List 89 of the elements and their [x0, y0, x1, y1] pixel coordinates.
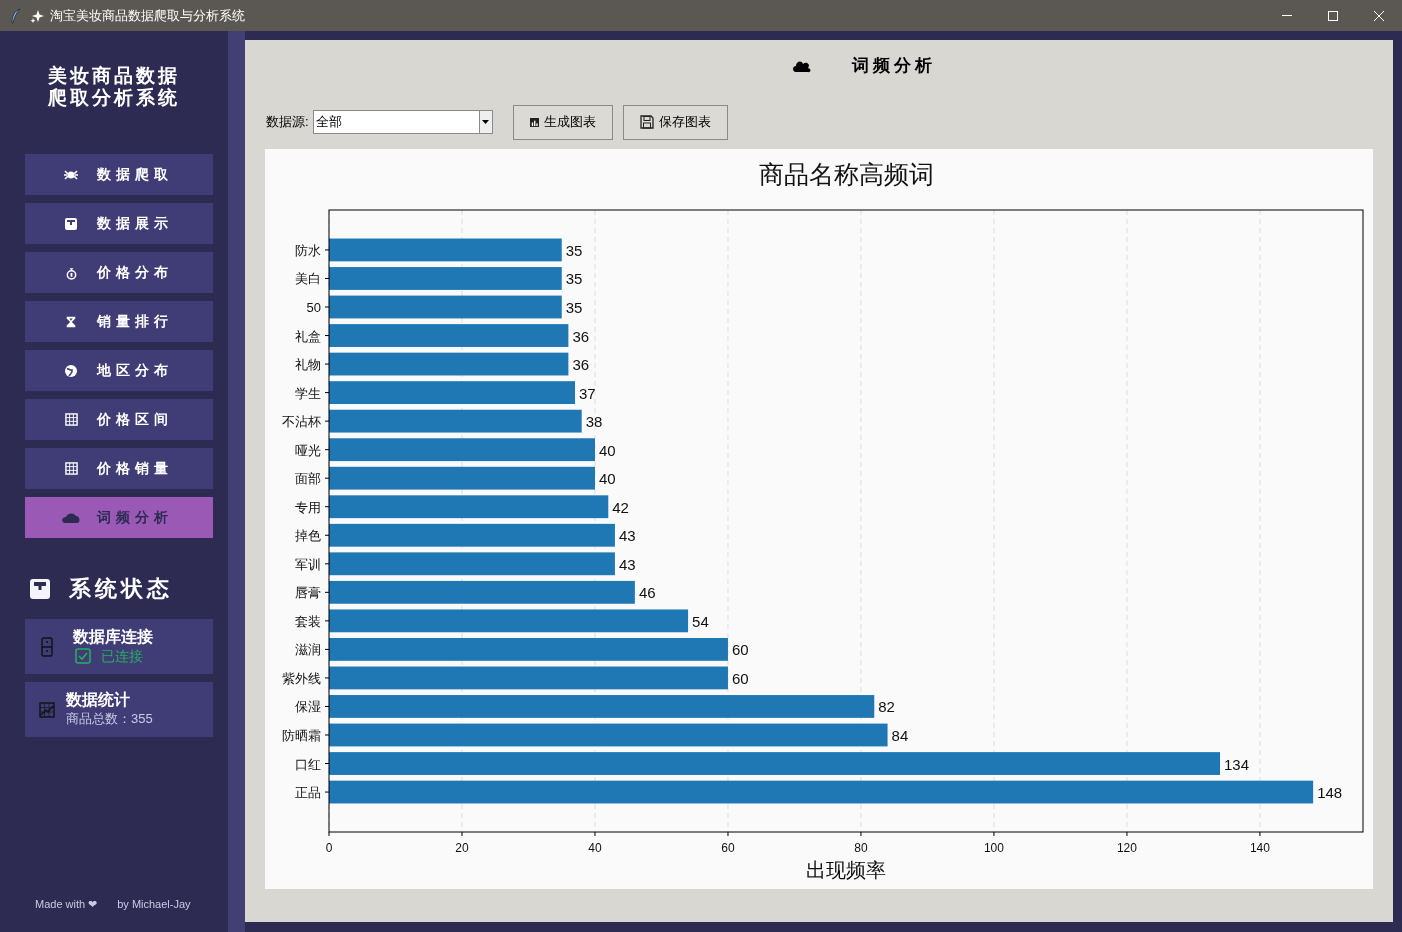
axis-title: 出现频率 [806, 859, 886, 881]
value-label: 38 [585, 413, 603, 431]
value-label: 35 [565, 270, 583, 288]
chart-icon [39, 701, 55, 718]
cloud-icon [61, 511, 81, 524]
value-label: 43 [618, 527, 636, 545]
value-label: 46 [638, 584, 656, 602]
feather-icon [10, 7, 22, 24]
value-label: 36 [572, 356, 590, 374]
section-title: 系统状态 [69, 574, 173, 603]
maximize-icon [1328, 10, 1338, 21]
bug-icon [64, 167, 78, 182]
status-text: 已连接 [101, 646, 143, 666]
box-icon [29, 577, 51, 600]
minimize-icon [1282, 15, 1292, 16]
value-label: 43 [618, 555, 636, 573]
category-label: 正品 [295, 785, 321, 801]
status-text: 商品总数：355 [66, 710, 153, 729]
grid-icon [64, 462, 78, 475]
category-label: 面部 [295, 471, 321, 487]
nav-button[interactable]: 销量排行 [25, 301, 213, 342]
value-label: 35 [565, 299, 583, 316]
tick-label: 120 [1116, 841, 1137, 855]
save-icon [639, 115, 654, 129]
nav-button[interactable]: 价格区间 [25, 399, 213, 440]
sparkle-icon [30, 8, 44, 23]
footer-text: Made with ❤ [35, 896, 98, 912]
page-title: 词频分析 [852, 53, 936, 77]
category-label: 礼物 [295, 357, 321, 373]
source-dropdown[interactable]: 全部 [312, 110, 493, 134]
value-label: 40 [599, 470, 616, 488]
tick-label: 0 [325, 841, 333, 855]
value-label: 40 [599, 441, 616, 459]
save-chart-button[interactable]: 保存图表 [622, 104, 728, 140]
value-label: 84 [891, 727, 909, 744]
category-label: 滋润 [295, 642, 321, 658]
category-label: 学生 [295, 385, 321, 401]
category-label: 礼盒 [295, 328, 321, 344]
cabinet-icon [41, 636, 53, 657]
value-label: 148 [1317, 784, 1343, 802]
value-label: 60 [731, 669, 749, 687]
nav-button[interactable]: 价格销量 [25, 448, 213, 489]
category-label: 保湿 [295, 699, 321, 715]
tick-label: 100 [983, 841, 1004, 855]
category-label: 防晒霜 [282, 728, 321, 743]
value-label: 37 [579, 384, 596, 402]
generate-chart-button[interactable]: 生成图表 [512, 104, 613, 140]
tick-label: 140 [1249, 841, 1270, 855]
close-icon [1374, 10, 1384, 21]
bar-chart-icon [529, 117, 539, 127]
hourglass-icon [65, 314, 77, 329]
card-title: 数据库连接 [73, 626, 153, 646]
category-label: 哑光 [295, 442, 321, 458]
value-label: 54 [692, 612, 709, 630]
category-label: 防水 [295, 242, 321, 258]
nav-button[interactable]: 地区分布 [25, 350, 213, 391]
value-label: 35 [565, 241, 583, 259]
dropdown-arrow-icon [482, 120, 490, 124]
box-icon [64, 216, 78, 231]
category-label: 套装 [295, 613, 321, 629]
value-label: 134 [1224, 755, 1250, 773]
category-label: 军训 [295, 556, 321, 572]
card-title: 数据统计 [66, 690, 131, 710]
tick-label: 80 [854, 841, 868, 855]
nav-button[interactable]: 价格分布 [25, 252, 213, 293]
field-label: 数据源: [266, 113, 309, 132]
chart-title: 商品名称高频词 [758, 160, 934, 188]
app-title: 爬取分析系统 [48, 86, 180, 108]
nav-button[interactable]: 数据爬取 [25, 154, 213, 195]
nav-button[interactable]: 数据展示 [25, 203, 213, 244]
value-label: 42 [612, 498, 629, 516]
category-label: 不沾杯 [282, 414, 321, 430]
footer-text: by Michael-Jay [117, 896, 191, 912]
grid-icon [64, 413, 78, 426]
value-label: 36 [572, 327, 590, 345]
category-label: 50 [306, 300, 321, 315]
category-label: 专用 [295, 499, 321, 515]
window-title: 淘宝美妆商品数据爬取与分析系统 [50, 6, 245, 25]
tick-label: 40 [588, 841, 602, 855]
category-label: 美白 [295, 271, 321, 287]
category-label: 掉色 [295, 528, 321, 544]
category-label: 唇膏 [295, 585, 321, 601]
tick-label: 60 [721, 841, 735, 855]
value-label: 60 [731, 641, 749, 659]
value-label: 82 [878, 698, 895, 716]
app-title: 美妆商品数据 [48, 64, 180, 86]
category-label: 口红 [295, 756, 321, 772]
category-label: 紫外线 [282, 670, 321, 686]
tick-label: 20 [455, 841, 469, 855]
